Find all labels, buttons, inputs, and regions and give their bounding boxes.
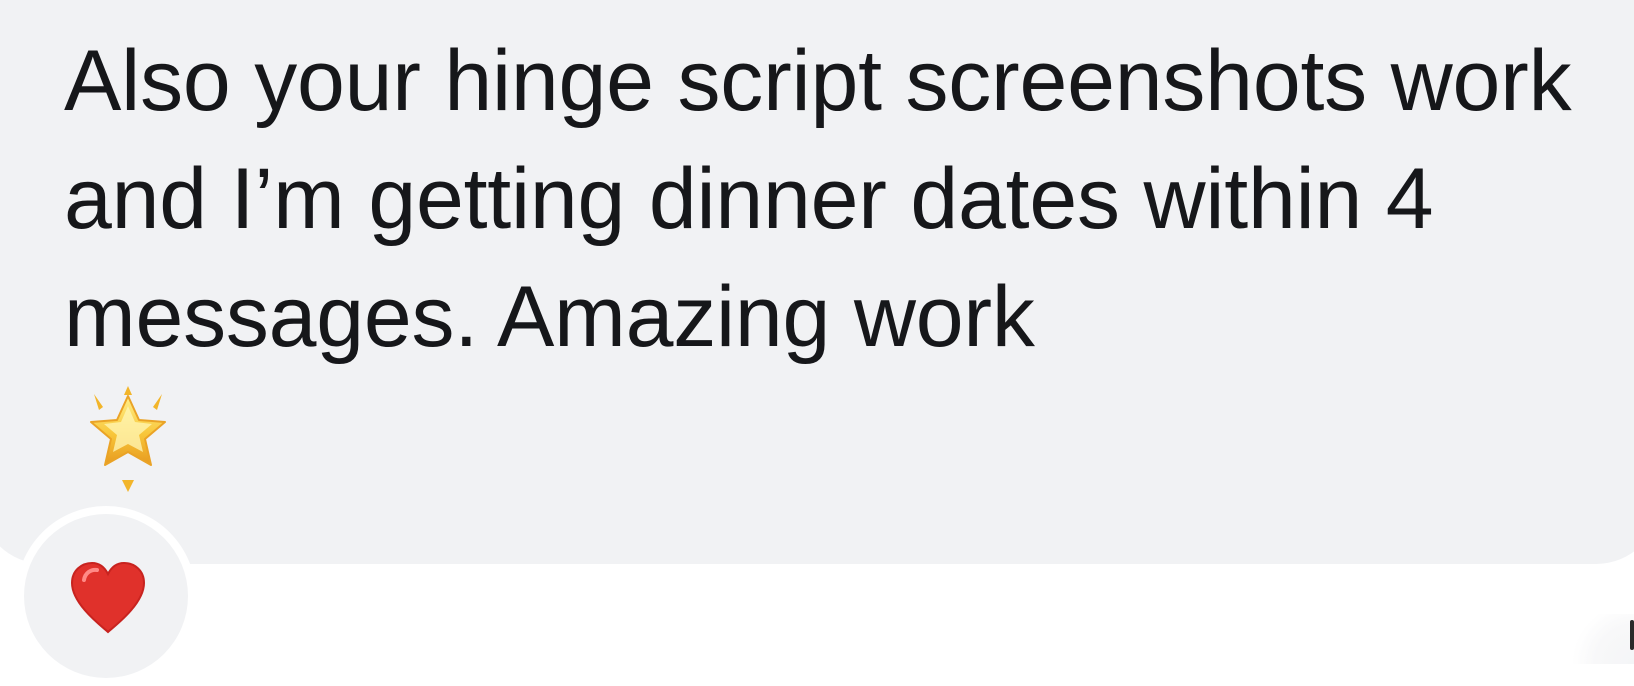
red-heart-icon [66, 556, 150, 640]
bubble-corner-shadow [1564, 614, 1634, 664]
reaction-badge[interactable] [16, 506, 196, 686]
scrollbar-indicator [1630, 620, 1634, 650]
glowing-star-icon [72, 382, 184, 494]
reaction-background [24, 514, 188, 678]
message-text: Also your hinge script screenshots work … [64, 33, 1572, 365]
